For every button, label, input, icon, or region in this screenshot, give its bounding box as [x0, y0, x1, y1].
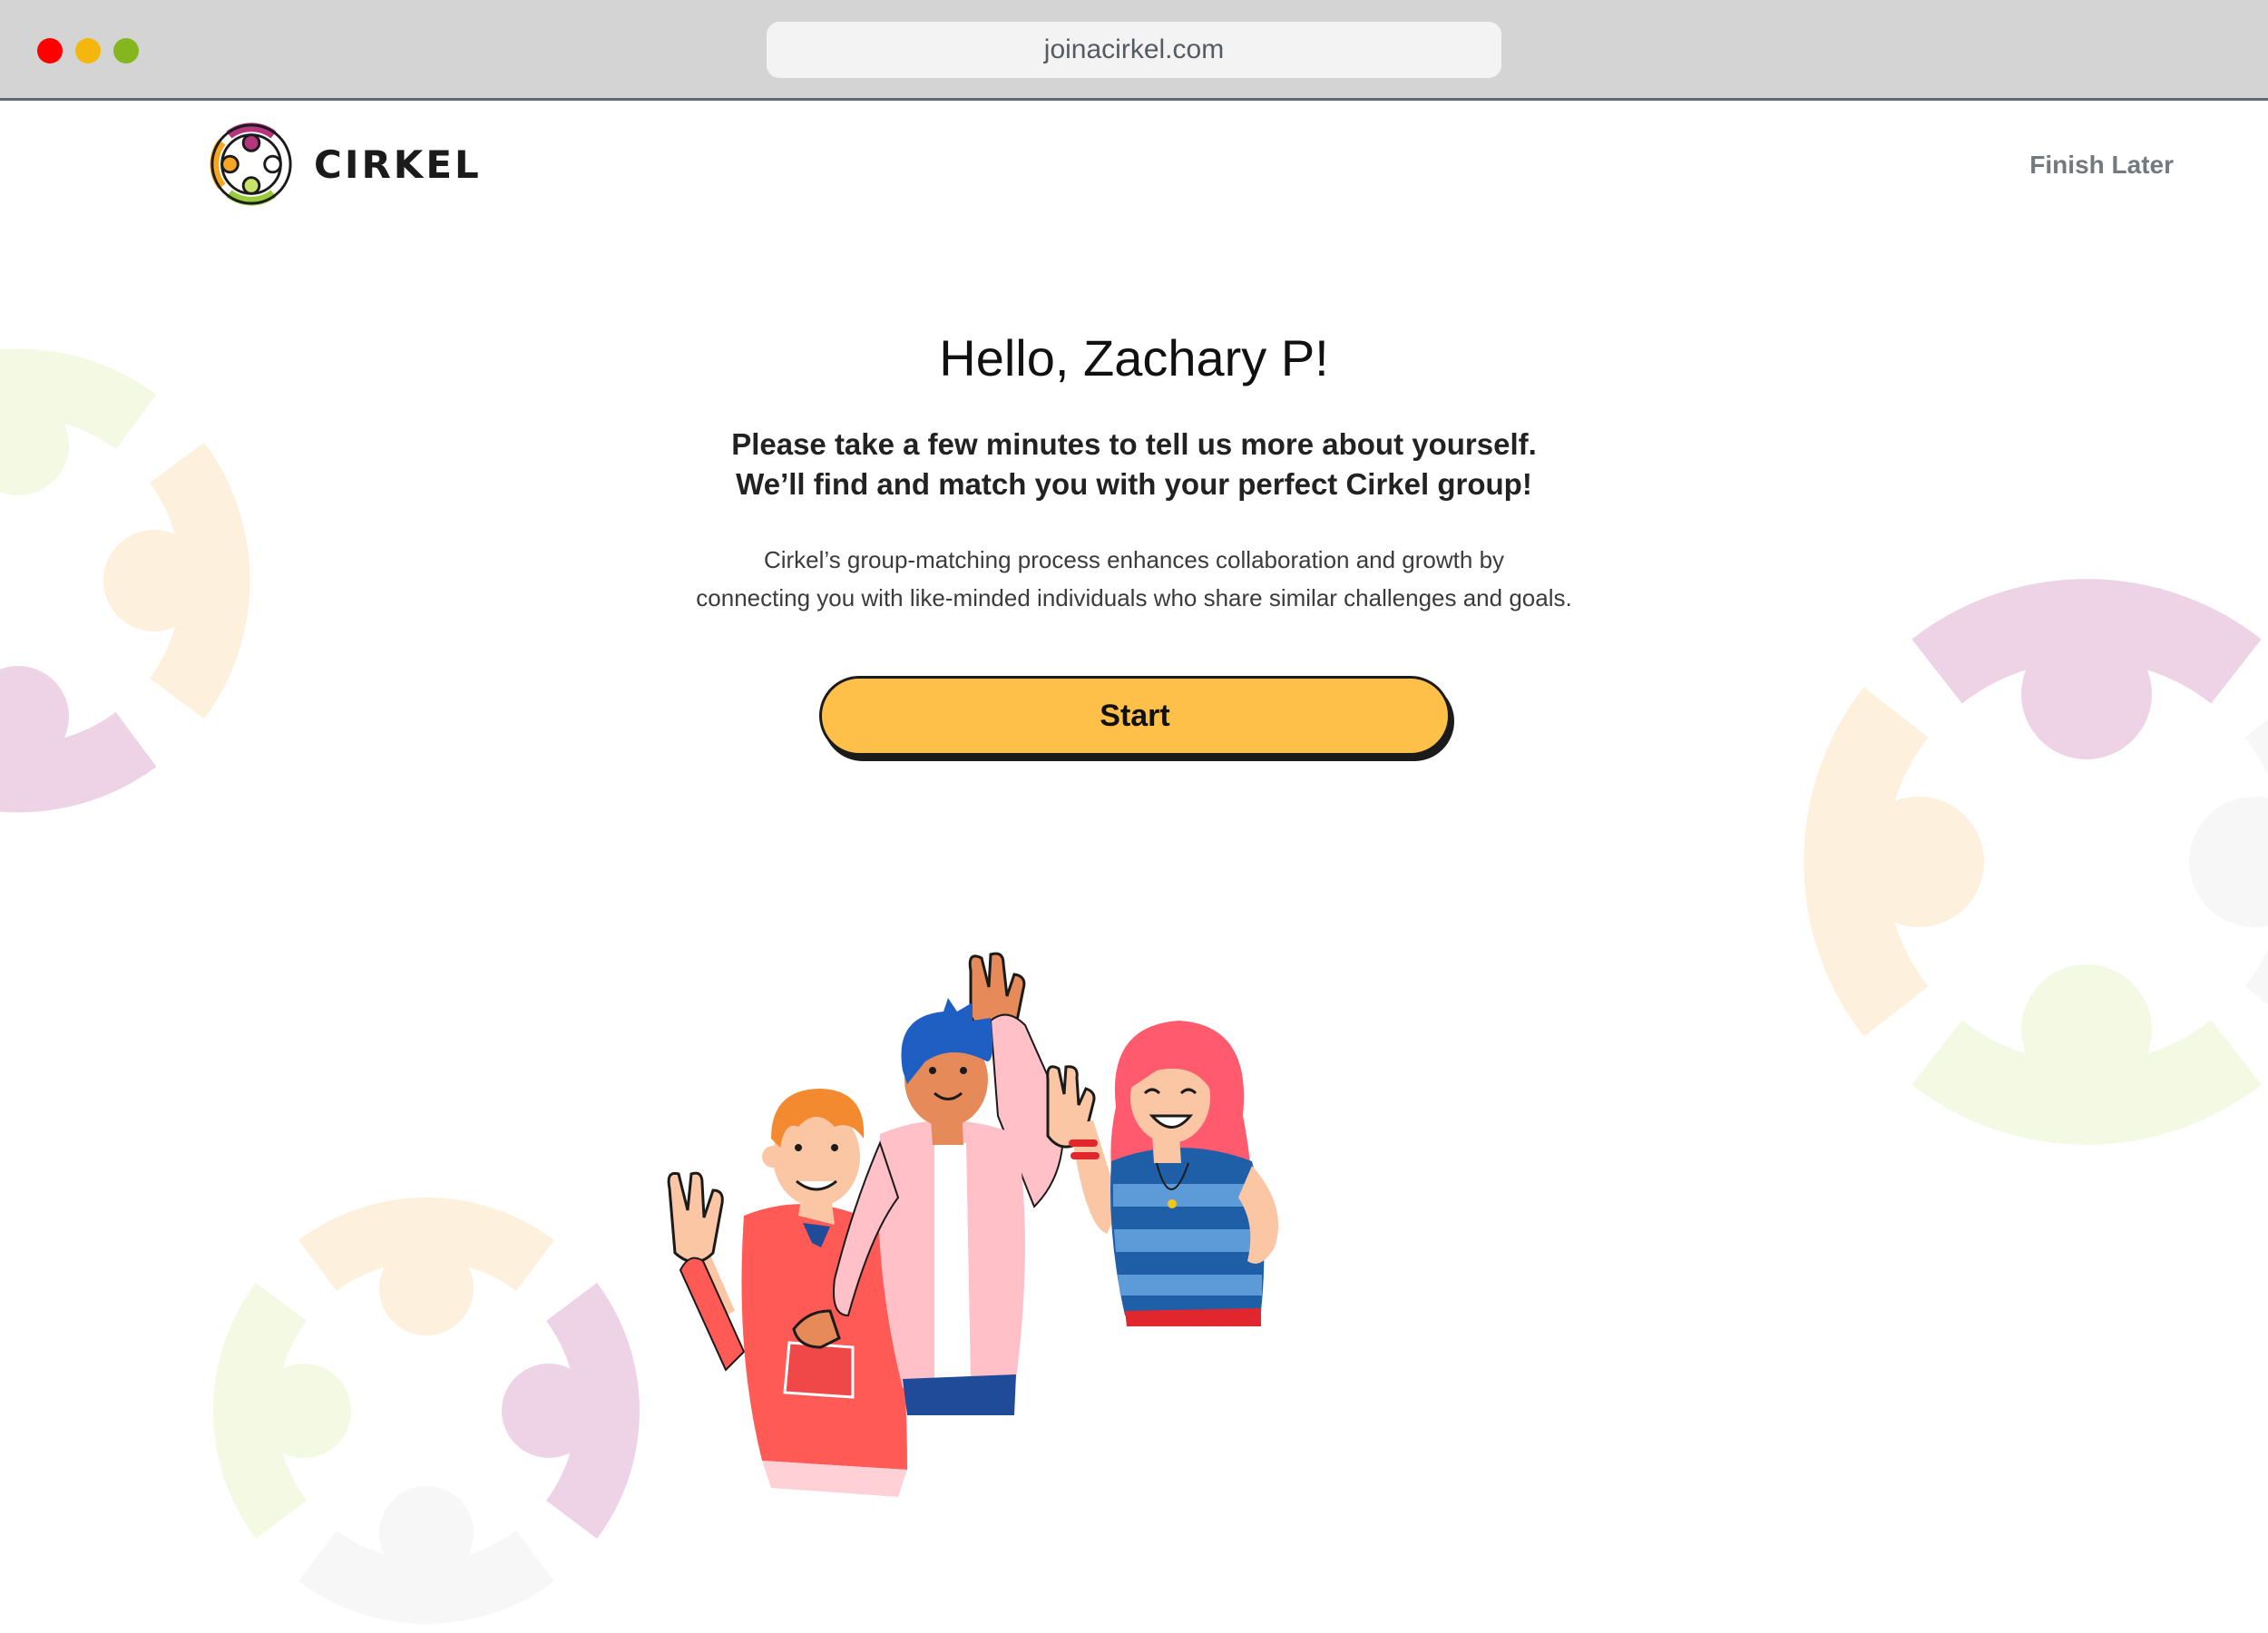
- person-left-icon: [667, 1089, 907, 1497]
- person-right-icon: [1046, 1021, 1279, 1326]
- minimize-window-button[interactable]: [75, 38, 101, 64]
- cirkel-logo-icon: [210, 122, 293, 206]
- browser-chrome: joinacirkel.com: [0, 0, 2268, 101]
- welcome-subtitle: Please take a few minutes to tell us mor…: [0, 425, 2268, 504]
- decorative-ring-right-icon: [1804, 579, 2268, 1145]
- start-button[interactable]: Start: [819, 676, 1451, 756]
- page-title: Hello, Zachary P!: [939, 329, 1329, 386]
- decorative-ring-bottom-icon: [213, 1198, 640, 1624]
- subtitle-line: We’ll find and match you with your perfe…: [736, 467, 1532, 501]
- welcome-section: Hello, Zachary P! Please take a few minu…: [0, 327, 2268, 617]
- welcome-people-illustration: [667, 952, 1279, 1497]
- logo-wordmark: CIRKEL: [314, 142, 482, 187]
- close-window-button[interactable]: [37, 38, 63, 64]
- finish-later-link[interactable]: Finish Later: [2029, 151, 2174, 180]
- address-bar[interactable]: joinacirkel.com: [767, 22, 1501, 78]
- maximize-window-button[interactable]: [113, 38, 139, 64]
- description-line: Cirkel’s group-matching process enhances…: [763, 546, 1505, 573]
- cirkel-logo[interactable]: CIRKEL: [207, 120, 482, 209]
- subtitle-line: Please take a few minutes to tell us mor…: [731, 427, 1537, 461]
- welcome-description: Cirkel’s group-matching process enhances…: [0, 541, 2268, 617]
- address-bar-url: joinacirkel.com: [1043, 34, 1225, 64]
- description-line: connecting you with like-minded individu…: [696, 584, 1572, 611]
